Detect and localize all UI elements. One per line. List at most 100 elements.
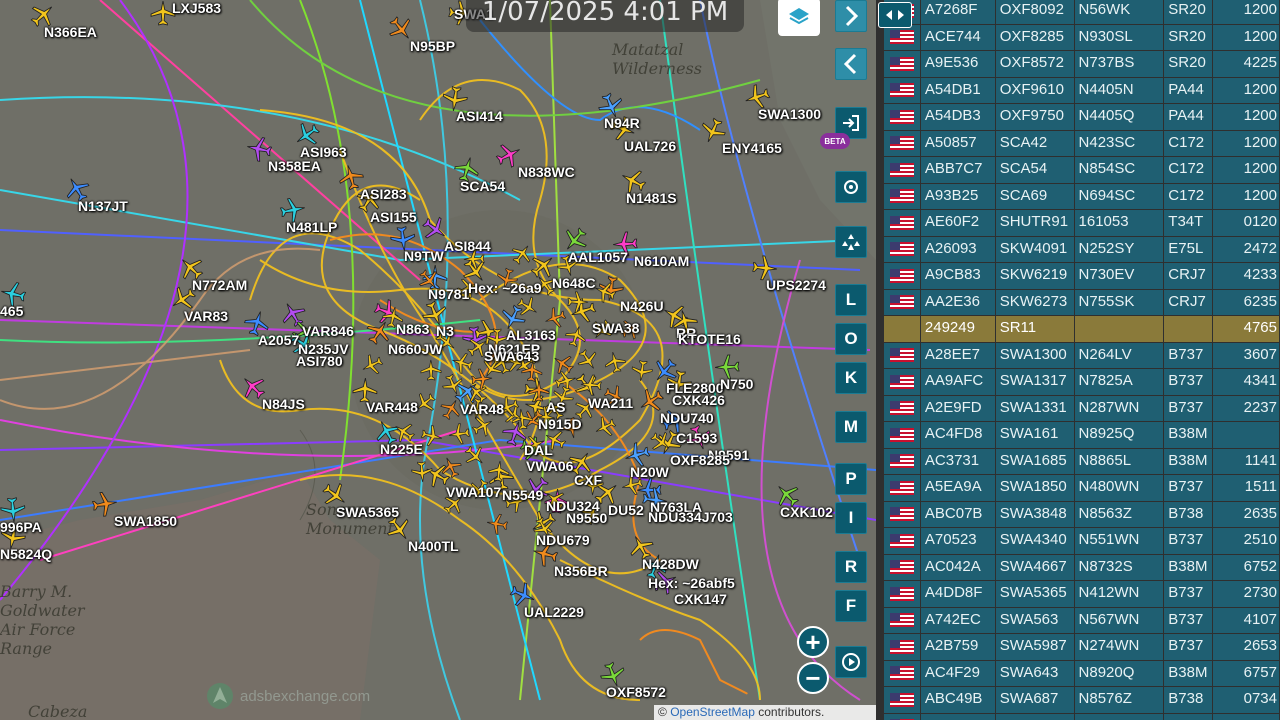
flight-label[interactable]: SCA54 <box>460 178 505 194</box>
aircraft-icon[interactable] <box>393 421 415 443</box>
flight-label[interactable]: N5824Q <box>0 546 52 562</box>
aircraft-icon[interactable] <box>517 296 539 318</box>
flight-label[interactable]: A2057 <box>258 332 299 348</box>
toggle-l-button[interactable]: L <box>835 284 867 316</box>
flight-label[interactable]: SWA643 <box>484 348 539 364</box>
toggle-k-button[interactable]: K <box>835 362 867 394</box>
table-row[interactable]: A9CB83 SKW6219 N730EV CRJ7 4233 <box>884 263 1280 290</box>
table-row[interactable]: 249249 SR11 4765 <box>884 316 1280 343</box>
table-row[interactable]: A0A0A0UAL2229N39QUAA3193000 <box>884 713 1280 720</box>
zoom-in-button[interactable]: + <box>797 626 829 658</box>
flight-label[interactable]: AS <box>546 399 565 415</box>
table-row[interactable]: A54DB1 OXF9610 N4405N PA44 1200 <box>884 77 1280 105</box>
aircraft-icon[interactable] <box>564 325 587 348</box>
aircraft-icon[interactable] <box>420 425 443 447</box>
flight-label[interactable]: C1593 <box>676 430 717 446</box>
table-row[interactable]: A93B25 SCA69 N694SC C172 1200 <box>884 183 1280 211</box>
flight-label[interactable]: N3 <box>436 323 454 339</box>
toggle-r-button[interactable]: R <box>835 551 867 583</box>
flight-label[interactable]: ASI155 <box>370 209 417 225</box>
flight-label[interactable]: N428DW <box>642 556 699 572</box>
table-row[interactable]: A4DD8F SWA5365 N412WN B737 2730 <box>884 581 1280 608</box>
aircraft-icon[interactable] <box>594 281 617 304</box>
flight-label[interactable]: NDU679 <box>536 532 590 548</box>
flight-label[interactable]: OXF8285 <box>670 452 730 468</box>
table-row[interactable]: ABB7C7 SCA54 N854SC C172 1200 <box>884 157 1280 184</box>
flight-label[interactable]: Hex: ~26a9 <box>468 280 542 296</box>
flight-label[interactable]: UPS2274 <box>766 277 826 293</box>
aircraft-icon[interactable] <box>441 373 464 396</box>
flight-label[interactable]: N9TW <box>404 248 444 264</box>
aircraft-icon[interactable] <box>486 513 508 535</box>
flight-label[interactable]: N95BP <box>410 38 455 54</box>
flight-label[interactable]: N772AM <box>192 277 247 293</box>
flight-label[interactable]: N481LP <box>286 219 337 235</box>
table-row[interactable]: A2B759 SWA5987 N274WN B737 2653 <box>884 634 1280 661</box>
table-row[interactable]: A742EC SWA563 N567WN B737 4107 <box>884 607 1280 635</box>
table-row[interactable]: A28EE7 SWA1300 N264LV B737 3607 <box>884 342 1280 370</box>
aircraft-icon[interactable] <box>544 306 567 329</box>
flight-label[interactable]: N915D <box>538 416 582 432</box>
table-row[interactable]: A54DB3 OXF9750 N4405Q PA44 1200 <box>884 104 1280 131</box>
table-row[interactable]: ACE744 OXF8285 N930SL SR20 1200 <box>884 24 1280 52</box>
table-row[interactable]: A7268F OXF8092 N56WK SR20 1200 <box>884 0 1280 25</box>
table-row[interactable]: A5EA9A SWA1850 N480WN B737 1511 <box>884 475 1280 502</box>
flight-label[interactable]: NDU740 <box>660 410 714 426</box>
flight-label[interactable]: N137JT <box>78 198 128 214</box>
flight-label[interactable]: LXJ583 <box>172 0 221 16</box>
flight-label[interactable]: SWA1850 <box>114 513 177 529</box>
flight-label[interactable]: N5549 <box>502 487 543 503</box>
flight-label[interactable]: AAL1057 <box>568 249 628 265</box>
flight-label[interactable]: VAR846 <box>302 323 354 339</box>
flight-label[interactable]: VWA107 <box>446 484 501 500</box>
openstreetmap-link[interactable]: OpenStreetMap <box>670 705 755 719</box>
flight-label[interactable]: N1481S <box>626 190 677 206</box>
toggle-i-button[interactable]: I <box>835 502 867 534</box>
flight-label[interactable]: N358EA <box>268 158 321 174</box>
flight-label[interactable]: SWA38 <box>592 320 639 336</box>
flight-label[interactable]: N9550 <box>566 510 607 526</box>
flight-label[interactable]: CXK426 <box>672 392 725 408</box>
flight-label[interactable]: N356BR <box>554 563 608 579</box>
table-row[interactable]: AA9AFC SWA1317 N7825A B737 4341 <box>884 369 1280 396</box>
flight-label[interactable]: ENY4165 <box>722 140 782 156</box>
table-row[interactable]: A2E9FD SWA1331 N287WN B737 2237 <box>884 395 1280 423</box>
aircraft-icon[interactable] <box>448 423 470 445</box>
toggle-p-button[interactable]: P <box>835 463 867 495</box>
flight-label[interactable]: N426U <box>620 298 664 314</box>
aircraft-icon[interactable] <box>511 243 533 266</box>
flight-label[interactable]: VAR48 <box>460 401 504 417</box>
flight-map[interactable]: Matatzal Wilderness Sonoran Monument Barry… <box>0 0 876 720</box>
flight-label[interactable]: SWA1300 <box>758 106 821 122</box>
flight-label[interactable]: N610AM <box>634 253 689 269</box>
table-row[interactable]: A70523 SWA4340 N551WN B737 2510 <box>884 528 1280 555</box>
aircraft-icon[interactable] <box>464 445 486 467</box>
flight-label[interactable]: SWA5365 <box>336 504 399 520</box>
aircraft-icon[interactable] <box>420 359 442 381</box>
flight-label[interactable]: OXF8572 <box>606 684 666 700</box>
flight-label[interactable]: N225E <box>380 441 423 457</box>
flight-label[interactable]: VWA06 <box>526 458 573 474</box>
aircraft-icon[interactable] <box>488 460 510 482</box>
aircraft-icon[interactable] <box>411 461 433 483</box>
flight-label[interactable]: DAL <box>524 442 553 458</box>
table-row[interactable]: AC4FD8 SWA161 N8925Q B38M <box>884 422 1280 449</box>
flight-label[interactable]: N9781 <box>428 286 469 302</box>
flight-label[interactable]: 996PA <box>0 519 42 535</box>
flight-label[interactable]: N750 <box>720 376 753 392</box>
flight-label[interactable]: CXF <box>574 472 602 488</box>
aircraft-icon[interactable] <box>577 349 599 371</box>
flight-label[interactable]: N648C <box>552 275 596 291</box>
next-button[interactable] <box>835 0 867 32</box>
flight-label[interactable]: VAR448 <box>366 399 418 415</box>
aircraft-icon[interactable] <box>650 431 672 453</box>
flight-label[interactable]: N660JW <box>388 341 442 357</box>
table-row[interactable]: AC4F29 SWA643 N8920Q B38M 6757 <box>884 660 1280 688</box>
flight-label[interactable]: DU52 <box>608 502 644 518</box>
flight-label[interactable]: NDU334J703 <box>648 509 733 525</box>
table-row[interactable]: AA2E36 SKW6273 N755SK CRJ7 6235 <box>884 289 1280 317</box>
flight-label[interactable]: ASI844 <box>444 238 491 254</box>
flight-label[interactable]: 465 <box>0 303 23 319</box>
expand-table-button[interactable] <box>878 2 912 28</box>
previous-button[interactable] <box>835 48 867 80</box>
